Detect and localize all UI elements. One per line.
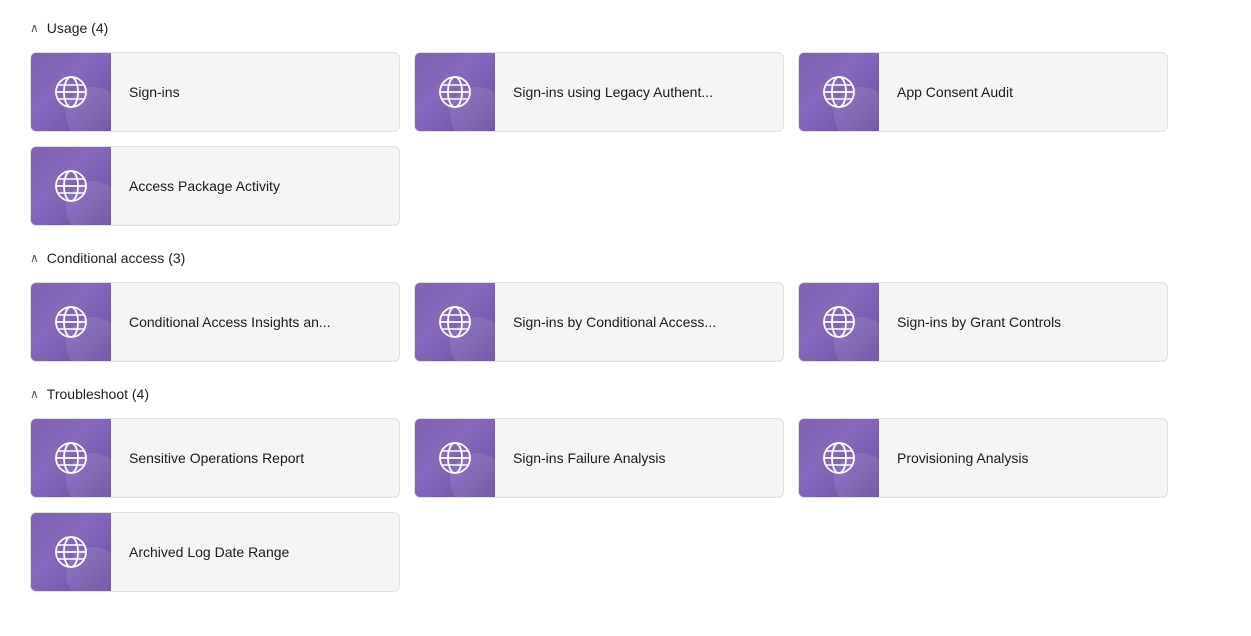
card-icon-wrap-sign-ins-failure-analysis [415,418,495,498]
card-label-app-consent-audit: App Consent Audit [879,84,1167,100]
section-troubleshoot: ∧ Troubleshoot (4) Sensitive Operations … [30,386,1221,592]
card-sign-ins-by-grant-controls[interactable]: Sign-ins by Grant Controls [798,282,1168,362]
card-icon-wrap-archived-log-date-range [31,512,111,592]
card-icon-wrap-provisioning-analysis [799,418,879,498]
card-label-access-package-activity: Access Package Activity [111,178,399,194]
card-label-sign-ins-by-conditional-access: Sign-ins by Conditional Access... [495,314,783,330]
card-app-consent-audit[interactable]: App Consent Audit [798,52,1168,132]
cards-grid-conditional-access: Conditional Access Insights an... Sign-i… [30,282,1221,362]
card-sign-ins-legacy[interactable]: Sign-ins using Legacy Authent... [414,52,784,132]
card-sign-ins-by-conditional-access[interactable]: Sign-ins by Conditional Access... [414,282,784,362]
card-sensitive-operations-report[interactable]: Sensitive Operations Report [30,418,400,498]
card-label-sign-ins-by-grant-controls: Sign-ins by Grant Controls [879,314,1167,330]
card-label-sensitive-operations-report: Sensitive Operations Report [111,450,399,466]
card-label-sign-ins-legacy: Sign-ins using Legacy Authent... [495,84,783,100]
card-access-package-activity[interactable]: Access Package Activity [30,146,400,226]
card-sign-ins-failure-analysis[interactable]: Sign-ins Failure Analysis [414,418,784,498]
section-title: Troubleshoot (4) [47,386,149,402]
card-conditional-access-insights[interactable]: Conditional Access Insights an... [30,282,400,362]
card-label-conditional-access-insights: Conditional Access Insights an... [111,314,399,330]
chevron-icon: ∧ [30,21,39,35]
card-icon-wrap-sign-ins-legacy [415,52,495,132]
card-icon-wrap-sign-ins-by-conditional-access [415,282,495,362]
section-header-troubleshoot[interactable]: ∧ Troubleshoot (4) [30,386,1221,402]
chevron-icon: ∧ [30,251,39,265]
card-icon-wrap-sign-ins [31,52,111,132]
chevron-icon: ∧ [30,387,39,401]
section-usage: ∧ Usage (4) Sign-ins Sign-ins using Lega… [30,20,1221,226]
card-sign-ins[interactable]: Sign-ins [30,52,400,132]
card-label-sign-ins: Sign-ins [111,84,399,100]
section-header-usage[interactable]: ∧ Usage (4) [30,20,1221,36]
cards-grid-usage: Sign-ins Sign-ins using Legacy Authent..… [30,52,1221,226]
card-icon-wrap-app-consent-audit [799,52,879,132]
card-icon-wrap-access-package-activity [31,146,111,226]
card-icon-wrap-sign-ins-by-grant-controls [799,282,879,362]
section-conditional-access: ∧ Conditional access (3) Conditional Acc… [30,250,1221,362]
card-label-sign-ins-failure-analysis: Sign-ins Failure Analysis [495,450,783,466]
card-icon-wrap-sensitive-operations-report [31,418,111,498]
card-label-archived-log-date-range: Archived Log Date Range [111,544,399,560]
card-label-provisioning-analysis: Provisioning Analysis [879,450,1167,466]
cards-grid-troubleshoot: Sensitive Operations Report Sign-ins Fai… [30,418,1221,592]
card-provisioning-analysis[interactable]: Provisioning Analysis [798,418,1168,498]
card-icon-wrap-conditional-access-insights [31,282,111,362]
card-archived-log-date-range[interactable]: Archived Log Date Range [30,512,400,592]
section-header-conditional-access[interactable]: ∧ Conditional access (3) [30,250,1221,266]
section-title: Usage (4) [47,20,108,36]
section-title: Conditional access (3) [47,250,186,266]
